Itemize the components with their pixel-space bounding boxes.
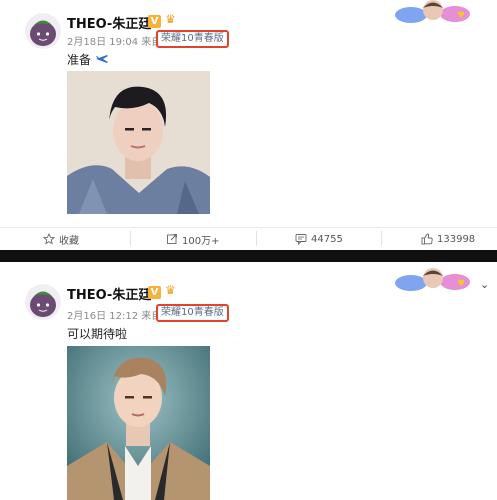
svg-text:♥: ♥: [457, 279, 465, 289]
post-author[interactable]: THEO-朱正廷: [67, 13, 151, 32]
verified-badge: V: [148, 286, 161, 299]
favorite-button[interactable]: 收藏: [43, 230, 79, 248]
action-separator: [256, 231, 257, 246]
decoration-sticker: ♥: [395, 268, 470, 291]
favorite-label: 收藏: [59, 235, 79, 247]
post-photo[interactable]: [67, 346, 210, 500]
verified-badge: V: [148, 15, 161, 28]
crown-icon: ♛: [165, 283, 176, 297]
avatar[interactable]: [25, 284, 61, 320]
source-device-link[interactable]: 荣耀10青春版: [156, 30, 229, 48]
action-separator: [381, 231, 382, 246]
action-separator: [130, 231, 131, 246]
post-timestamp: 2月18日 19:04 来自: [67, 37, 162, 48]
comment-button[interactable]: 44755: [295, 230, 343, 248]
weibo-post-1: THEO-朱正廷 V ♛ 2月18日 19:04 来自 荣耀10青春版 准备 ♥: [0, 0, 497, 250]
comment-count: 44755: [311, 233, 343, 245]
post-text-content: 准备: [67, 53, 92, 67]
post-author[interactable]: THEO-朱正廷: [67, 284, 151, 303]
comment-icon: [295, 234, 307, 245]
airplane-emoji: [95, 55, 108, 63]
like-button[interactable]: 133998: [421, 230, 475, 248]
svg-text:♥: ♥: [457, 11, 465, 21]
decoration-sticker: ♥: [395, 0, 470, 23]
post-text: 准备: [67, 51, 109, 68]
like-count: 133998: [437, 233, 476, 245]
post-photo[interactable]: [67, 71, 210, 214]
avatar[interactable]: [25, 13, 61, 49]
repost-icon: [167, 234, 177, 244]
screenshot-separator: [0, 250, 497, 262]
repost-button[interactable]: 100万+: [166, 230, 219, 248]
post-text: 可以期待啦: [67, 327, 128, 341]
post-actions-bar: 收藏 100万+ 44755 133998: [0, 228, 497, 250]
thumbs-up-icon: [421, 233, 433, 245]
star-icon: [43, 233, 55, 245]
source-device-link[interactable]: 荣耀10青春版: [156, 304, 229, 322]
weibo-post-2: THEO-朱正廷 V ♛ 2月16日 12:12 来自 荣耀10青春版 可以期待…: [0, 262, 497, 500]
post-timestamp: 2月16日 12:12 来自: [67, 311, 162, 322]
repost-count: 100万+: [182, 235, 220, 247]
crown-icon: ♛: [165, 12, 176, 26]
chevron-down-icon[interactable]: ⌄: [480, 278, 489, 291]
